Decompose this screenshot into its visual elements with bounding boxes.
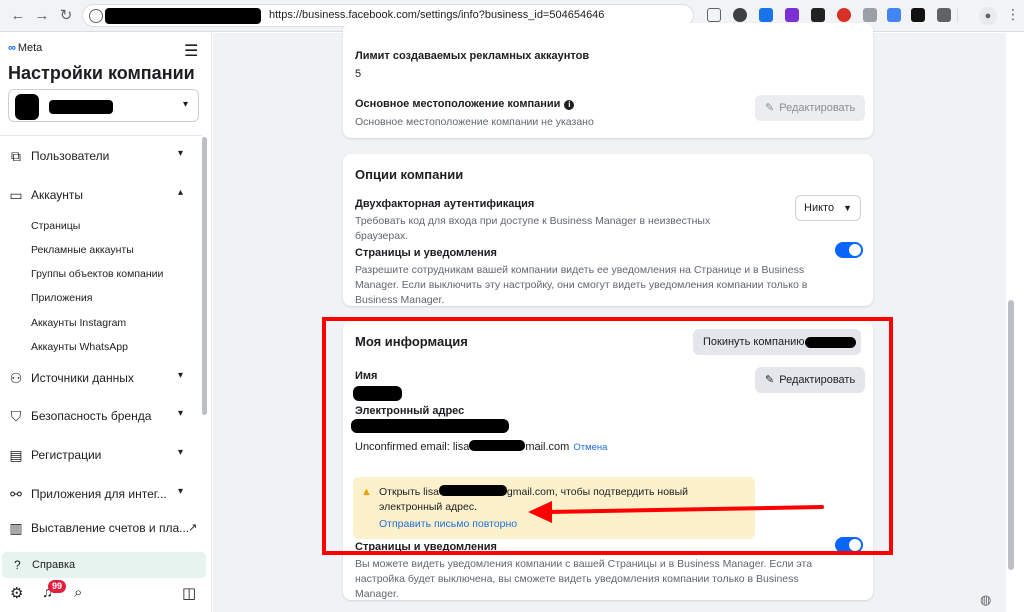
pencil-icon: ✎ bbox=[765, 102, 775, 114]
sidebar-item-integrations[interactable]: ⚯ Приложения для интег... ▾ bbox=[0, 480, 200, 508]
folder-icon: ▭ bbox=[9, 187, 23, 203]
sidebar-item-label: Источники данных bbox=[31, 371, 134, 385]
search-icon[interactable]: ⌕ bbox=[74, 584, 82, 601]
extension-icon[interactable] bbox=[837, 8, 851, 22]
sidebar-subitem-ad-accounts[interactable]: Рекламные аккаунты bbox=[31, 244, 134, 256]
sidebar-scrollbar[interactable] bbox=[202, 137, 207, 415]
edit-label: Редактировать bbox=[779, 102, 856, 114]
chevron-down-icon: ▾ bbox=[178, 370, 184, 381]
annotation-arrow bbox=[528, 501, 824, 523]
pages-notifications-desc: Разрешите сотрудникам вашей компании вид… bbox=[355, 264, 808, 306]
pages-notifications-label: Страницы и уведомления bbox=[355, 247, 497, 259]
business-avatar bbox=[15, 94, 39, 120]
sidebar-subitem-instagram[interactable]: Аккаунты Instagram bbox=[31, 317, 126, 329]
toolbar-divider bbox=[957, 8, 958, 22]
pages-notifications-toggle[interactable] bbox=[835, 242, 863, 258]
reload-icon[interactable]: ↻ bbox=[56, 6, 76, 26]
page-scrollbar[interactable] bbox=[1008, 300, 1014, 570]
redacted-business-name bbox=[49, 100, 113, 114]
browser-menu-icon[interactable]: ⋮ bbox=[1006, 6, 1020, 23]
help-icon: ? bbox=[14, 558, 21, 572]
extension-icon[interactable] bbox=[911, 8, 925, 22]
sidebar-subitem-asset-groups[interactable]: Группы объектов компании bbox=[31, 268, 163, 280]
puzzle-icon[interactable] bbox=[937, 8, 951, 22]
sidebar-item-label: Приложения для интег... bbox=[31, 487, 167, 501]
sidebar-item-accounts[interactable]: ▭ Аккаунты ▴ bbox=[0, 181, 200, 209]
location-label: Основное местоположение компании i bbox=[355, 98, 575, 110]
ad-limit-value: 5 bbox=[355, 68, 362, 80]
extension-icon[interactable] bbox=[811, 8, 825, 22]
sidebar-item-label: Выставление счетов и пла... bbox=[31, 521, 190, 535]
sidebar-item-brand-safety[interactable]: ⛉ Безопасность бренда ▾ bbox=[0, 402, 200, 430]
sidebar-item-registrations[interactable]: ▤ Регистрации ▾ bbox=[0, 441, 200, 469]
extension-icon[interactable] bbox=[887, 8, 901, 22]
profile-avatar-icon[interactable]: ● bbox=[979, 7, 997, 25]
caret-down-icon: ▾ bbox=[182, 99, 188, 110]
chevron-down-icon: ▾ bbox=[178, 486, 184, 497]
gear-icon[interactable]: ⚙ bbox=[10, 584, 23, 602]
chevron-down-icon: ▾ bbox=[178, 148, 184, 159]
extension-icon[interactable] bbox=[785, 8, 799, 22]
extension-icon[interactable] bbox=[759, 8, 773, 22]
sidebar-divider bbox=[0, 135, 202, 136]
forward-arrow-icon[interactable]: → bbox=[32, 6, 52, 26]
chevron-down-icon: ▾ bbox=[178, 447, 184, 458]
help-label: Справка bbox=[32, 559, 76, 571]
users-icon: ⧉ bbox=[11, 148, 21, 164]
info-icon[interactable]: i bbox=[564, 100, 575, 110]
caret-down-icon: ▼ bbox=[843, 203, 852, 213]
cookie-icon[interactable] bbox=[733, 8, 747, 22]
my-pages-notifications-desc: Вы можете видеть уведомления компании с … bbox=[355, 558, 813, 600]
sidebar-item-users[interactable]: ⧉ Пользователи ▾ bbox=[0, 142, 200, 170]
page-title: Настройки компании bbox=[8, 63, 195, 83]
globe-icon[interactable]: ◍ bbox=[980, 592, 991, 608]
clipboard-icon: ▤ bbox=[9, 447, 23, 463]
sidebar-item-label: Регистрации bbox=[31, 448, 102, 462]
meta-infinity-icon: ∞ bbox=[8, 42, 16, 54]
panel-toggle-icon[interactable]: ◫ bbox=[182, 584, 196, 602]
redacted-block bbox=[105, 8, 261, 24]
shield-icon: ⛉ bbox=[10, 408, 22, 424]
twofa-select[interactable]: Никто ▼ bbox=[795, 195, 861, 221]
integrations-icon: ⚯ bbox=[10, 486, 22, 502]
extension-icon[interactable] bbox=[863, 8, 877, 22]
business-options-card: Опции компании Двухфакторная аутентифика… bbox=[343, 154, 873, 306]
sidebar: ∞ Meta ☰ Настройки компании ▾ ⧉ Пользоват… bbox=[0, 33, 212, 612]
url-text[interactable]: https://business.facebook.com/settings/i… bbox=[269, 9, 604, 21]
data-sources-icon: ⚇ bbox=[9, 370, 23, 386]
business-selector[interactable]: ▾ bbox=[8, 89, 199, 122]
sidebar-item-data-sources[interactable]: ⚇ Источники данных ▾ bbox=[0, 364, 200, 392]
site-info-icon[interactable] bbox=[89, 9, 103, 23]
meta-logo-text: Meta bbox=[17, 42, 43, 54]
hamburger-menu-icon[interactable]: ☰ bbox=[184, 41, 198, 61]
sidebar-subitem-pages[interactable]: Страницы bbox=[31, 220, 80, 232]
twofa-select-value: Никто bbox=[804, 202, 835, 214]
notification-badge: 99 bbox=[48, 580, 66, 593]
twofa-desc: Требовать код для входа при доступе к Bu… bbox=[355, 215, 711, 242]
camera-icon[interactable] bbox=[707, 8, 721, 22]
external-link-icon: ↗ bbox=[188, 522, 198, 534]
location-desc: Основное местоположение компании не указ… bbox=[355, 116, 594, 128]
ad-limit-label: Лимит создаваемых рекламных аккаунтов bbox=[355, 50, 590, 62]
back-arrow-icon[interactable]: ← bbox=[8, 6, 28, 26]
location-label-text: Основное местоположение компании bbox=[355, 98, 561, 110]
sidebar-subitem-whatsapp[interactable]: Аккаунты WhatsApp bbox=[31, 341, 128, 353]
meta-logo: ∞ Meta bbox=[8, 42, 42, 54]
sidebar-item-label: Пользователи bbox=[31, 149, 110, 163]
chevron-up-icon: ▴ bbox=[178, 187, 184, 198]
chevron-down-icon: ▾ bbox=[178, 408, 184, 419]
help-button[interactable]: ? Справка bbox=[2, 552, 206, 578]
business-info-card: Лимит создаваемых рекламных аккаунтов 5 … bbox=[343, 23, 873, 138]
sidebar-item-billing[interactable]: ▥ Выставление счетов и пла... ↗ bbox=[0, 514, 200, 542]
sidebar-item-label: Безопасность бренда bbox=[31, 409, 152, 423]
billing-icon: ▥ bbox=[9, 520, 23, 536]
options-title: Опции компании bbox=[355, 167, 464, 182]
edit-location-button[interactable]: ✎ Редактировать bbox=[755, 95, 866, 121]
twofa-label: Двухфакторная аутентификация bbox=[355, 198, 535, 210]
sidebar-subitem-apps[interactable]: Приложения bbox=[31, 292, 92, 304]
sidebar-item-label: Аккаунты bbox=[31, 188, 84, 202]
toggle-knob bbox=[849, 244, 861, 256]
